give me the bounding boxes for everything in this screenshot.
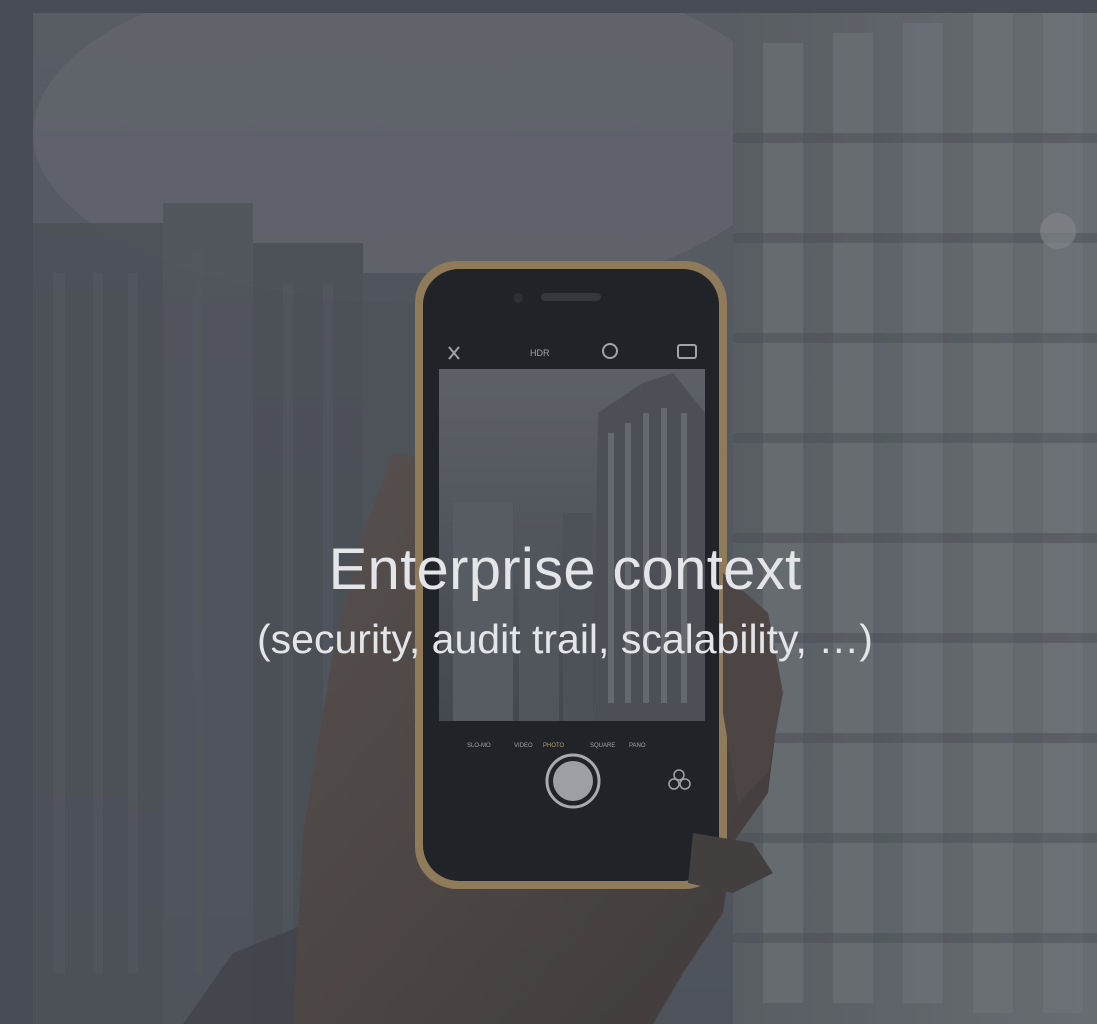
slide-caption: Enterprise context (security, audit trai… — [33, 535, 1097, 669]
dark-overlay — [33, 13, 1097, 1024]
background-photo: HDR SLO-MO VIDEO PHOTO SQUARE PANO Enter… — [33, 13, 1097, 1024]
slide-subtitle: (security, audit trail, scalability, …) — [257, 616, 873, 662]
slide: HDR SLO-MO VIDEO PHOTO SQUARE PANO Enter… — [0, 0, 1097, 1024]
slide-title: Enterprise context — [328, 537, 802, 602]
